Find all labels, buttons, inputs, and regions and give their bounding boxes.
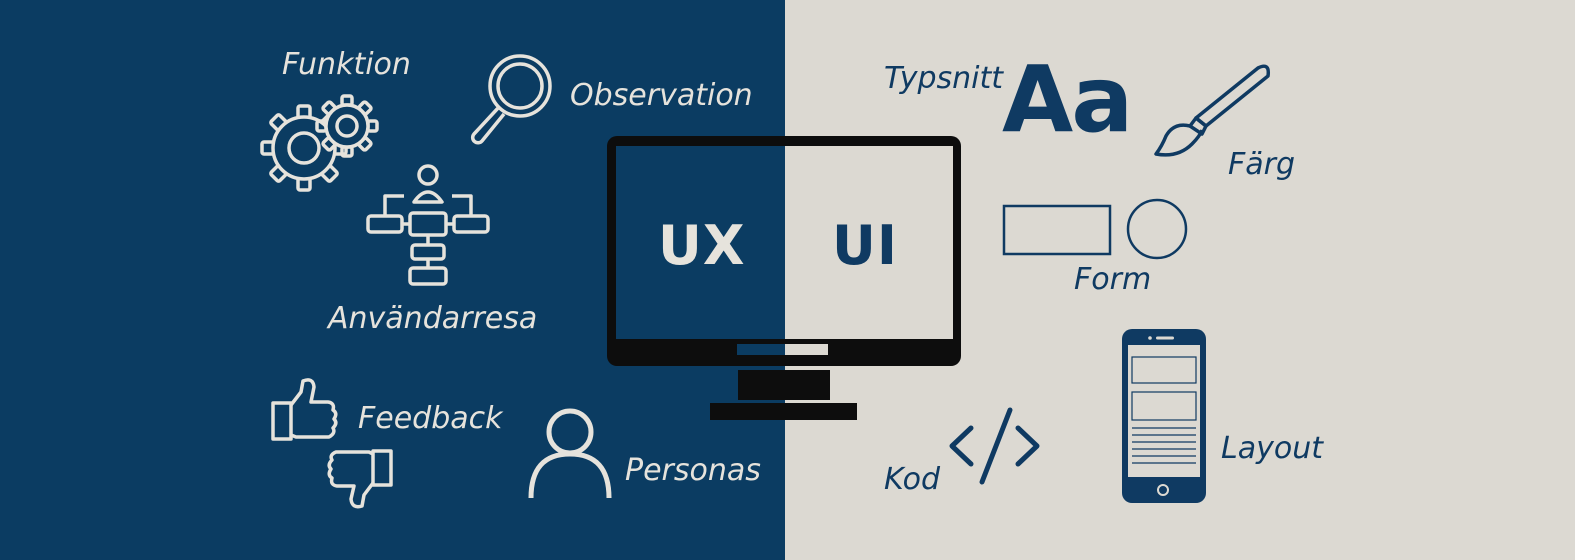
person-icon (528, 408, 612, 499)
label-kod: Kod (884, 462, 941, 497)
label-layout: Layout (1221, 431, 1323, 466)
monitor (607, 136, 961, 420)
label-observation: Observation (570, 78, 753, 113)
label-farg: Färg (1228, 147, 1296, 182)
banner: UX UI Aa Funktion Observation Användarre… (0, 0, 1575, 560)
label-feedback: Feedback (358, 401, 503, 436)
gears-icon (260, 94, 379, 192)
thumbs-down-icon (327, 449, 393, 509)
illustration (260, 54, 1271, 509)
smartphone-icon (1122, 329, 1206, 503)
rectangle-icon (1002, 204, 1112, 256)
label-typsnitt: Typsnitt (884, 61, 1004, 96)
label-funktion: Funktion (282, 47, 411, 82)
typography-sample: Aa (1002, 46, 1133, 153)
flowchart-icon (366, 164, 490, 286)
label-anvandarresa: Användarresa (328, 301, 538, 336)
screen-ui-label: UI (832, 214, 898, 277)
code-icon (949, 407, 1040, 485)
label-personas: Personas (625, 453, 761, 488)
screen-ux-label: UX (658, 214, 746, 277)
thumbs-up-icon (271, 378, 338, 441)
paintbrush-icon (1154, 64, 1271, 157)
label-form: Form (1074, 262, 1152, 297)
magnifier-icon (470, 54, 552, 145)
circle-icon (1126, 198, 1188, 260)
